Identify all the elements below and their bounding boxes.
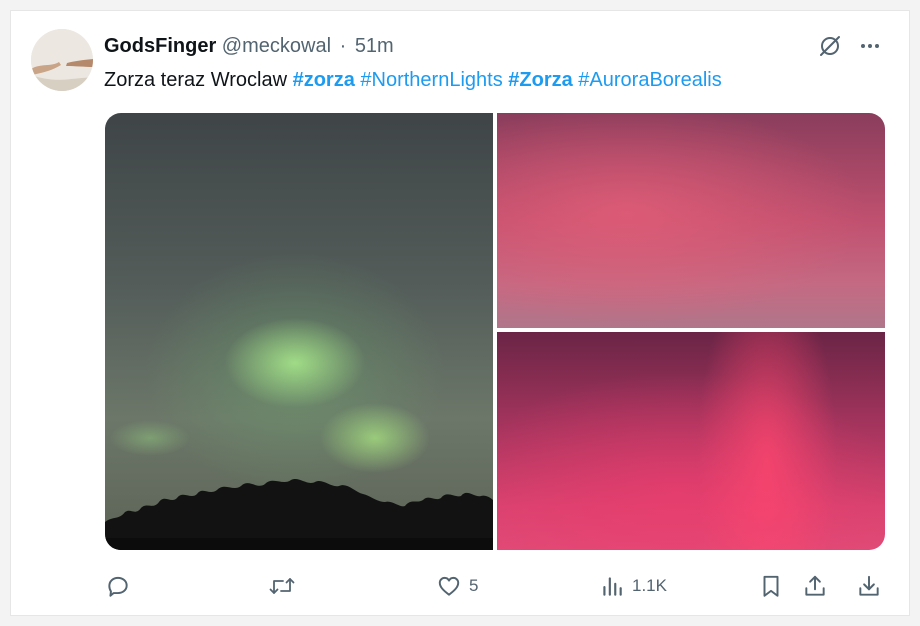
share-button[interactable] (802, 571, 828, 601)
media-image-red-aurora-bottom[interactable] (497, 332, 885, 550)
repost-icon (268, 573, 296, 599)
share-icon (802, 573, 828, 599)
tweet-text-plain: Zorza teraz Wroclaw (104, 69, 293, 91)
tweet-card[interactable]: GodsFinger @meckowal · 51m Zorza teraz W… (10, 10, 910, 616)
bookmark-button[interactable] (758, 571, 784, 601)
media-image-red-aurora-top[interactable] (497, 113, 885, 328)
views-count: 1.1K (632, 576, 667, 595)
reply-icon (105, 573, 131, 599)
more-options-icon[interactable] (857, 33, 883, 59)
action-bar: 5 1.1K (105, 571, 885, 601)
grok-icon[interactable] (817, 33, 843, 59)
avatar[interactable] (31, 29, 93, 91)
views-icon (599, 573, 625, 599)
like-count: 5 (469, 576, 479, 595)
tweet-text: Zorza teraz Wroclaw #zorza #NorthernLigh… (104, 67, 722, 93)
heart-icon (436, 573, 462, 599)
hashtag-link[interactable]: #NorthernLights (360, 69, 502, 91)
hashtag-link[interactable]: #zorza (293, 69, 355, 91)
reply-button[interactable] (105, 571, 131, 601)
hashtag-link[interactable]: #Zorza (508, 69, 572, 91)
download-button[interactable] (856, 571, 882, 601)
handle[interactable]: @meckowal (222, 35, 331, 57)
display-name[interactable]: GodsFinger (104, 35, 216, 57)
timestamp[interactable]: 51m (355, 35, 394, 57)
views-button[interactable]: 1.1K (599, 571, 667, 601)
like-button[interactable]: 5 (436, 571, 478, 601)
bookmark-icon (758, 573, 784, 599)
repost-button[interactable] (268, 571, 296, 601)
download-icon (856, 573, 882, 599)
tweet-header: GodsFinger @meckowal · 51m (104, 33, 394, 59)
separator: · (339, 35, 347, 57)
media-grid (105, 113, 885, 550)
hashtag-link[interactable]: #AuroraBorealis (578, 69, 721, 91)
media-image-green-aurora[interactable] (105, 113, 493, 550)
